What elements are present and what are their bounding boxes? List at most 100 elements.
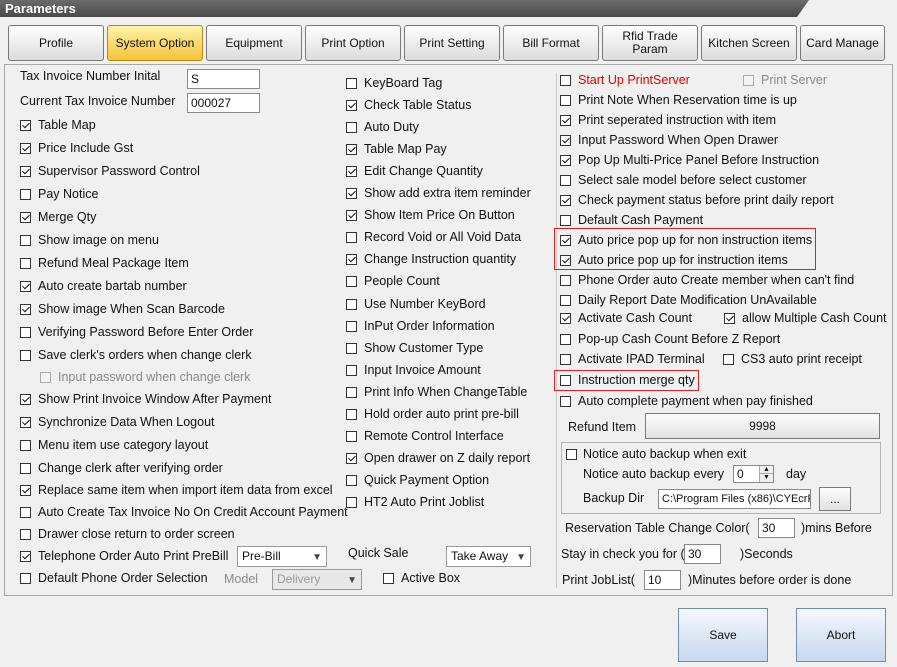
col2-checkbox-10[interactable]	[346, 298, 357, 310]
col1-checkbox-12[interactable]	[20, 394, 31, 405]
col1-checkbox-2[interactable]	[20, 166, 31, 177]
col2-checkbox-13[interactable]	[346, 364, 357, 376]
col2-checkbox-4[interactable]	[346, 166, 357, 178]
col3-checkbox-1[interactable]	[560, 115, 571, 126]
tab-card-manage[interactable]: Card Manage	[800, 25, 885, 61]
backup-every-stepper[interactable]: 0 ▲ ▼	[733, 465, 774, 483]
col1-checkbox-16[interactable]	[20, 485, 31, 496]
col2-checkbox-7[interactable]	[346, 232, 357, 244]
tab-rfid-trade-param[interactable]: Rfid Trade Param	[602, 25, 698, 61]
col1-label-20: Default Phone Order Selection	[38, 571, 208, 585]
col2-checkbox-11[interactable]	[346, 320, 357, 332]
col2-checkbox-5[interactable]	[346, 188, 357, 200]
col3-checkbox-5[interactable]	[560, 195, 571, 206]
col1-checkbox-6[interactable]	[20, 258, 31, 269]
col2-checkbox-19[interactable]	[346, 496, 357, 508]
col2-checkbox-15[interactable]	[346, 408, 357, 420]
col1-checkbox-5[interactable]	[20, 235, 31, 246]
col3-checkbox-6[interactable]	[560, 215, 571, 226]
activate-cash-count-checkbox[interactable]	[560, 313, 571, 324]
col2-checkbox-2[interactable]	[346, 122, 357, 134]
col2-checkbox-3[interactable]	[346, 144, 357, 156]
tab-equipment[interactable]: Equipment	[206, 25, 302, 61]
col3-label-3: Pop Up Multi-Price Panel Before Instruct…	[578, 153, 820, 167]
col2-checkbox-16[interactable]	[346, 430, 357, 442]
col1-checkbox-3[interactable]	[20, 189, 31, 200]
col3-checkbox-4[interactable]	[560, 175, 571, 186]
instruction-merge-qty-checkbox[interactable]	[560, 375, 571, 386]
col1-checkbox-8[interactable]	[20, 304, 31, 315]
col1-checkbox-4[interactable]	[20, 212, 31, 223]
col1-label-1: Price Include Gst	[38, 141, 134, 155]
col2-checkbox-18[interactable]	[346, 474, 357, 486]
col1-checkbox-11[interactable]	[40, 372, 51, 383]
joblist-input[interactable]: 10	[644, 570, 681, 590]
col1-checkbox-10[interactable]	[20, 350, 31, 361]
activate-ipad-checkbox[interactable]	[560, 354, 571, 365]
col1-checkbox-9[interactable]	[20, 327, 31, 338]
col1-checkbox-19[interactable]	[20, 551, 31, 562]
col1-checkbox-18[interactable]	[20, 529, 31, 540]
stay-input[interactable]: 30	[684, 544, 721, 564]
tab-print-option[interactable]: Print Option	[305, 25, 401, 61]
col2-checkbox-6[interactable]	[346, 210, 357, 222]
col2-checkbox-12[interactable]	[346, 342, 357, 354]
tab-bill-format[interactable]: Bill Format	[503, 25, 599, 61]
print-server-checkbox[interactable]	[743, 75, 754, 86]
quick-sale-select[interactable]: Take Away ▼	[446, 546, 531, 567]
col2-checkbox-0[interactable]	[346, 78, 357, 89]
col1-label-2: Supervisor Password Control	[38, 164, 200, 178]
start-up-printserver-checkbox[interactable]	[560, 75, 571, 86]
col3-checkbox-3[interactable]	[560, 155, 571, 166]
allow-multiple-cash-count-checkbox[interactable]	[724, 313, 735, 324]
backup-dir-input[interactable]: C:\Program Files (x86)\CYEcrPl	[658, 489, 811, 509]
start-up-printserver-label: Start Up PrintServer	[578, 73, 690, 87]
prebill-select[interactable]: Pre-Bill ▼	[237, 546, 327, 567]
save-button[interactable]: Save	[678, 608, 768, 662]
tab-strip: Profile System Option Equipment Print Op…	[0, 17, 897, 67]
tab-print-setting[interactable]: Print Setting	[404, 25, 500, 61]
quick-sale-select-value: Take Away	[451, 549, 509, 563]
col2-checkbox-8[interactable]	[346, 254, 357, 266]
col1-checkbox-14[interactable]	[20, 440, 31, 451]
popup-cash-count-checkbox[interactable]	[560, 334, 571, 345]
reservation-label: Reservation Table Change Color(	[565, 521, 750, 535]
active-box-checkbox[interactable]	[383, 573, 394, 584]
col1-checkbox-0[interactable]	[20, 120, 31, 131]
col1-checkbox-17[interactable]	[20, 507, 31, 518]
col1-label-14: Menu item use category layout	[38, 438, 209, 452]
col2-checkbox-1[interactable]	[346, 100, 357, 112]
abort-button[interactable]: Abort	[796, 608, 886, 662]
col1-checkbox-15[interactable]	[20, 463, 31, 474]
col1-checkbox-13[interactable]	[20, 417, 31, 428]
refund-item-button[interactable]: 9998	[645, 413, 880, 439]
col1-checkbox-1[interactable]	[20, 143, 31, 154]
col1-checkbox-20[interactable]	[20, 573, 31, 584]
col1-label-9: Verifying Password Before Enter Order	[38, 325, 254, 339]
col1-label-0: Table Map	[38, 118, 96, 132]
browse-button[interactable]: ...	[819, 487, 851, 511]
col2-label-15: Hold order auto print pre-bill	[364, 406, 519, 421]
current-tax-invoice-input[interactable]: 000027	[187, 93, 260, 113]
cs3-auto-print-checkbox[interactable]	[723, 354, 734, 365]
col3-label-5: Check payment status before print daily …	[578, 193, 834, 207]
tab-system-option[interactable]: System Option	[107, 25, 203, 61]
stay-suffix: )Seconds	[740, 547, 793, 561]
tab-kitchen-screen[interactable]: Kitchen Screen	[701, 25, 797, 61]
col2-checkbox-17[interactable]	[346, 452, 357, 464]
auto-complete-payment-checkbox[interactable]	[560, 396, 571, 407]
col3-checkbox-0[interactable]	[560, 95, 571, 106]
notice-backup-exit-checkbox[interactable]	[566, 449, 577, 460]
model-select[interactable]: Delivery ▼	[272, 569, 362, 590]
stepper-down-icon[interactable]: ▼	[759, 473, 773, 482]
reservation-input[interactable]: 30	[758, 518, 795, 538]
col3-checkbox-10[interactable]	[560, 295, 571, 306]
col3-checkbox-2[interactable]	[560, 135, 571, 146]
col3-checkbox-9[interactable]	[560, 275, 571, 286]
col2-checkbox-14[interactable]	[346, 386, 357, 398]
tax-invoice-initial-input[interactable]: S	[187, 69, 260, 89]
tab-profile[interactable]: Profile	[8, 25, 104, 61]
col2-checkbox-9[interactable]	[346, 276, 357, 288]
col1-checkbox-7[interactable]	[20, 281, 31, 292]
col1-label-6: Refund Meal Package Item	[38, 256, 189, 270]
